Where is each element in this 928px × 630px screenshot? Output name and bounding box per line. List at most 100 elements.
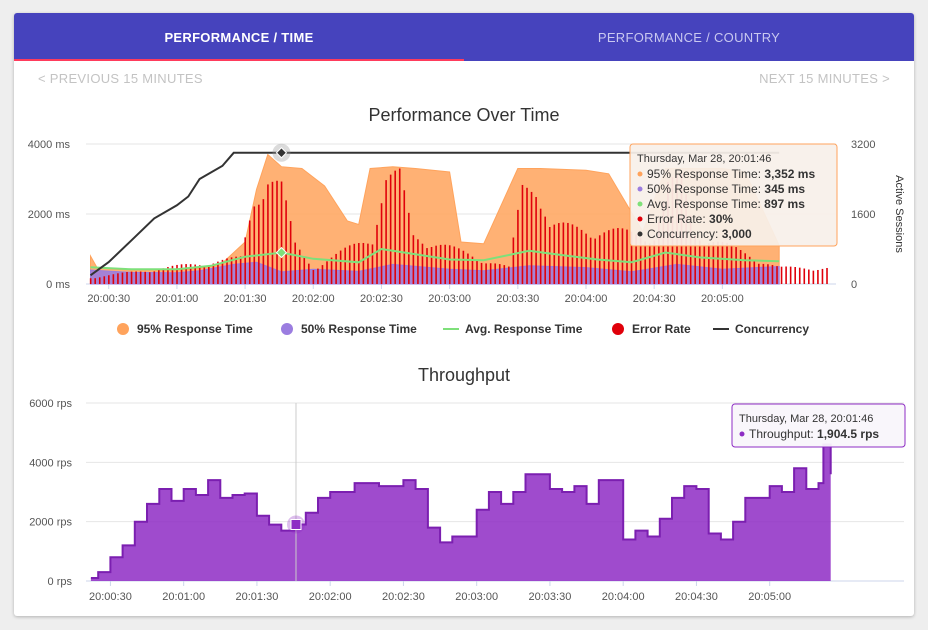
error-rate-bar (644, 241, 646, 284)
chart-title: Throughput (418, 365, 510, 385)
error-rate-bar (317, 268, 319, 284)
x-tick-label: 20:01:30 (224, 293, 267, 305)
error-rate-bar (285, 200, 287, 284)
error-rate-bar (503, 265, 506, 284)
error-rate-bar (203, 266, 206, 284)
tooltip-row: Avg. Response Time: 897 ms (647, 197, 805, 211)
charts-canvas: Performance Over Time 0 ms 2000 ms 4000 ms 0… (28, 105, 906, 603)
error-rate-bar (330, 257, 333, 284)
error-rate-bar (653, 240, 656, 284)
error-rate-bar (617, 228, 619, 284)
error-rate-bar (376, 224, 378, 284)
error-rate-bar (717, 241, 719, 284)
error-rate-bar (148, 272, 151, 284)
y-tick-label: 4000 ms (28, 139, 71, 151)
tooltip-label: Avg. Response Time: (647, 197, 764, 211)
legend-label: Concurrency (735, 322, 809, 336)
x-tick-label: 20:01:30 (236, 591, 279, 603)
error-rate-bar (762, 263, 765, 284)
tooltip-label: 95% Response Time: (647, 167, 764, 181)
error-rate-bar (758, 263, 760, 284)
circle-icon (612, 323, 624, 335)
tooltip-label: Concurrency: (647, 227, 722, 241)
legend-item-p50[interactable]: 50% Response Time (281, 322, 417, 336)
error-rate-bar (239, 256, 242, 284)
error-rate-bar (771, 264, 774, 284)
error-rate-bar (430, 246, 433, 284)
error-rate-bar (89, 278, 92, 284)
error-rate-bar (176, 264, 178, 284)
error-rate-bar (267, 184, 269, 284)
x-tick-label: 20:03:00 (428, 293, 471, 305)
y-right-axis-label: Active Sessions (893, 175, 905, 253)
error-rate-bar (626, 229, 628, 284)
error-rate-bar (139, 271, 142, 284)
error-rate-bar (558, 223, 560, 284)
error-rate-bar (730, 244, 733, 284)
tooltip-value: 3,000 (722, 227, 752, 241)
error-rate-bar (244, 237, 246, 284)
tooltip-bullet (637, 201, 643, 207)
error-rate-bar (126, 271, 128, 284)
error-rate-bar (703, 244, 706, 284)
error-rate-bar (112, 274, 115, 284)
legend-item-avg[interactable]: Avg. Response Time (443, 322, 583, 336)
error-rate-bar (458, 248, 460, 284)
error-rate-bar (235, 256, 237, 284)
x-tick-label: 20:01:00 (155, 293, 198, 305)
tooltip-value: 1,904.5 rps (817, 427, 879, 441)
y-right-tick-label: 1600 (851, 209, 875, 221)
error-rate-bar (739, 249, 742, 284)
error-rate-bar (821, 268, 824, 284)
legend-label: 50% Response Time (301, 322, 417, 336)
error-rate-bar (380, 203, 383, 284)
error-rate-bar (335, 253, 337, 284)
error-rate-bar (135, 271, 137, 284)
x-tick-label: 20:03:30 (529, 591, 572, 603)
legend-item-p95[interactable]: 95% Response Time (117, 322, 253, 336)
error-rate-bar (308, 263, 310, 284)
error-rate-bar (153, 271, 156, 284)
error-rate-bar (294, 242, 296, 284)
x-tick-label: 20:04:00 (602, 591, 645, 603)
tooltip-value: 897 ms (764, 197, 805, 211)
error-rate-bar (521, 184, 524, 284)
y-tick-label: 4000 rps (29, 457, 72, 469)
error-rate-bar (121, 272, 124, 284)
series-throughput-area (90, 444, 831, 581)
error-rate-bar (117, 273, 119, 284)
x-tick-label: 20:04:30 (633, 293, 676, 305)
error-rate-bar (158, 269, 160, 284)
throughput-chart: Throughput 0 rps 2000 rps 4000 rps 6000 rps 2… (29, 365, 906, 603)
tooltip-row: 95% Response Time: 3,352 ms (647, 167, 815, 181)
error-rate-bar (603, 232, 606, 284)
legend-label: 95% Response Time (137, 322, 253, 336)
y-tick-label: 6000 rps (29, 398, 72, 410)
y-tick-label: 0 rps (48, 576, 73, 588)
error-rate-bar (571, 224, 574, 284)
error-rate-bar (303, 256, 306, 284)
x-tick-label: 20:00:30 (87, 293, 130, 305)
error-rate-bar (480, 262, 483, 284)
tooltip-bullet (637, 216, 643, 222)
error-rate-bar (489, 263, 492, 284)
error-rate-bar (444, 244, 446, 284)
error-rate-bar (417, 239, 419, 284)
x-tick-label: 20:02:00 (292, 293, 335, 305)
tooltip-label: 50% Response Time: (647, 182, 764, 196)
tooltip-date: Thursday, Mar 28, 20:01:46 (637, 153, 771, 165)
error-rate-bar (530, 191, 533, 284)
legend-label: Avg. Response Time (465, 322, 583, 336)
error-rate-bar (648, 243, 651, 284)
tooltip-bullet (637, 186, 643, 192)
error-rate-bar (498, 264, 501, 284)
x-tick-label: 20:04:30 (675, 591, 718, 603)
legend-item-concurrency[interactable]: Concurrency (713, 322, 809, 336)
error-rate-bar (371, 244, 374, 284)
legend-item-error[interactable]: Error Rate (612, 322, 691, 336)
tooltip-date: Thursday, Mar 28, 20:01:46 (739, 413, 873, 425)
error-rate-bar (708, 243, 710, 284)
error-rate-bar (130, 271, 133, 284)
error-rate-bar (721, 241, 724, 284)
error-rate-bar (812, 270, 815, 284)
